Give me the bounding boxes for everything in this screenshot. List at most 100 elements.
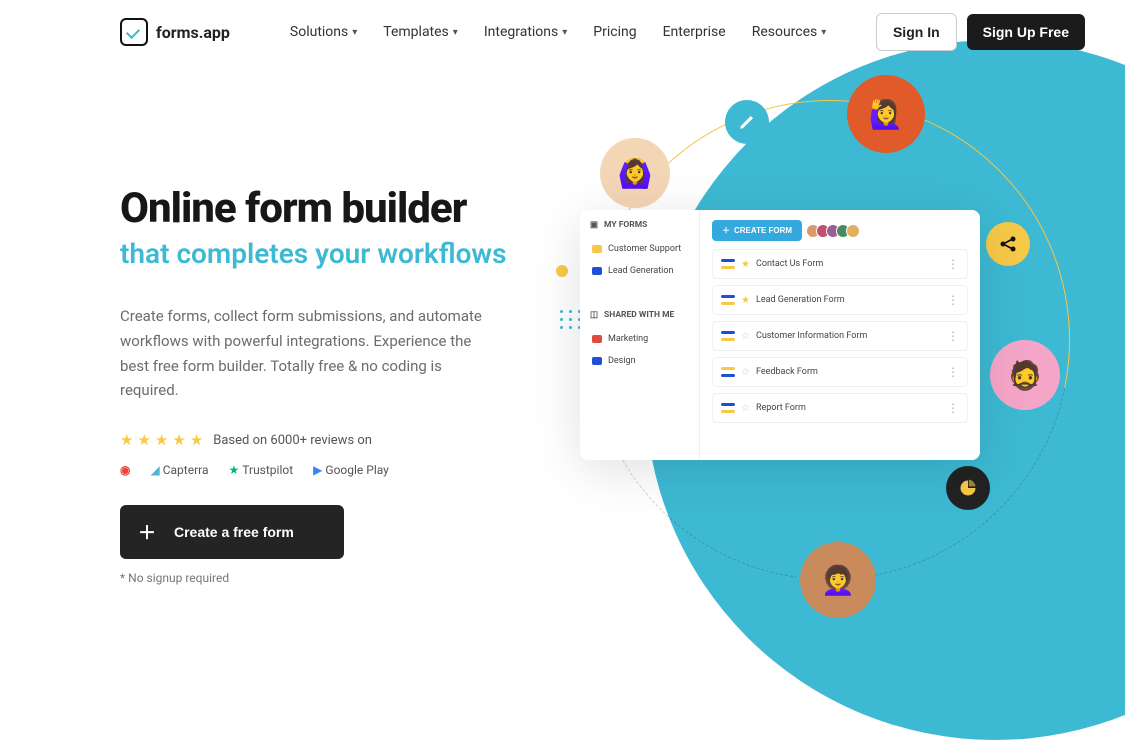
kebab-menu-icon[interactable]: ⋮ xyxy=(947,365,959,379)
hero-illustration: 🙆‍♀️ 🙋‍♀️ 🧔 👩‍🦱 ▣ MY FORMS Customer Supp… xyxy=(560,80,1120,600)
kebab-menu-icon[interactable]: ⋮ xyxy=(947,329,959,343)
sidebar-folder-label: Lead Generation xyxy=(608,266,673,276)
trustpilot-label: Trustpilot xyxy=(242,463,293,477)
mini-avatar-icon xyxy=(846,224,860,238)
sidebar-folder-customer-support[interactable]: Customer Support xyxy=(580,238,699,260)
nav-integrations-label: Integrations xyxy=(484,24,558,40)
sidebar-header-myforms[interactable]: ▣ MY FORMS xyxy=(580,210,699,238)
folder-icon xyxy=(592,245,602,253)
star-icon[interactable]: ★ xyxy=(741,295,750,306)
form-list-row[interactable]: ★ Lead Generation Form ⋮ xyxy=(712,285,968,315)
form-name: Customer Information Form xyxy=(756,331,867,341)
sidebar-folder-label: Design xyxy=(608,356,636,366)
cta-footnote: * No signup required xyxy=(120,571,520,585)
pencil-icon xyxy=(725,100,769,144)
form-name: Report Form xyxy=(756,403,806,413)
form-list-row[interactable]: ☆ Feedback Form ⋮ xyxy=(712,357,968,387)
form-list-row[interactable]: ☆ Customer Information Form ⋮ xyxy=(712,321,968,351)
plus-icon: ＋ xyxy=(138,519,156,545)
form-name: Contact Us Form xyxy=(756,259,823,269)
brand-name: forms.app xyxy=(156,23,230,42)
nav-templates-label: Templates xyxy=(383,24,449,40)
create-free-form-button[interactable]: ＋ Create a free form xyxy=(120,505,344,559)
avatar-photo-2: 🙋‍♀️ xyxy=(847,75,925,153)
sidebar-folder-marketing[interactable]: Marketing xyxy=(580,328,699,350)
googleplay-logo[interactable]: ▶Google Play xyxy=(313,463,389,477)
chevron-down-icon: ▾ xyxy=(562,27,567,38)
folder-icon xyxy=(592,335,602,343)
create-form-label: CREATE FORM xyxy=(734,226,792,235)
nav-templates[interactable]: Templates ▾ xyxy=(383,24,458,40)
capterra-logo[interactable]: ◢Capterra xyxy=(150,463,208,477)
app-preview-card: ▣ MY FORMS Customer Support Lead Generat… xyxy=(580,210,980,460)
g2-logo[interactable]: ◉ xyxy=(120,463,130,477)
pie-chart-icon xyxy=(946,466,990,510)
chevron-down-icon: ▾ xyxy=(821,27,826,38)
signup-button[interactable]: Sign Up Free xyxy=(967,14,1085,50)
form-name: Lead Generation Form xyxy=(756,295,845,305)
kebab-menu-icon[interactable]: ⋮ xyxy=(947,257,959,271)
form-name: Feedback Form xyxy=(756,367,818,377)
folder-outline-icon: ▣ xyxy=(590,220,598,230)
nav-enterprise-label: Enterprise xyxy=(663,24,726,40)
collaborator-avatars[interactable] xyxy=(810,224,860,238)
nav-resources-label: Resources xyxy=(752,24,818,40)
nav-solutions-label: Solutions xyxy=(290,24,348,40)
review-platforms: ◉ ◢Capterra ★Trustpilot ▶Google Play xyxy=(120,463,520,477)
star-icon: ★ xyxy=(190,431,203,449)
hero-subtitle: that completes your workflows xyxy=(120,237,520,270)
googleplay-label: Google Play xyxy=(325,463,388,477)
nav-resources[interactable]: Resources ▾ xyxy=(752,24,827,40)
hero-title: Online form builder xyxy=(120,184,520,233)
blue-dot-icon xyxy=(710,513,722,525)
star-icon[interactable]: ☆ xyxy=(741,403,750,414)
create-form-button[interactable]: ＋ CREATE FORM xyxy=(712,220,802,241)
star-icon: ★ xyxy=(172,431,185,449)
yellow-dot-icon xyxy=(556,265,568,277)
sidebar-folder-label: Customer Support xyxy=(608,244,681,254)
chevron-down-icon: ▾ xyxy=(352,27,357,38)
app-toolbar: ＋ CREATE FORM xyxy=(712,220,968,241)
star-icon: ★ xyxy=(137,431,150,449)
star-icon[interactable]: ★ xyxy=(741,259,750,270)
folder-icon xyxy=(592,267,602,275)
sidebar-folder-lead-generation[interactable]: Lead Generation xyxy=(580,260,699,282)
star-icon: ★ xyxy=(155,431,168,449)
nav-enterprise[interactable]: Enterprise xyxy=(663,24,726,40)
kebab-menu-icon[interactable]: ⋮ xyxy=(947,401,959,415)
site-header: forms.app Solutions ▾ Templates ▾ Integr… xyxy=(0,0,1125,64)
nav-integrations[interactable]: Integrations ▾ xyxy=(484,24,567,40)
sidebar-myforms-label: MY FORMS xyxy=(604,220,647,230)
app-main: ＋ CREATE FORM ★ Contact Us Form ⋮ xyxy=(700,210,980,460)
logo-mark-icon xyxy=(120,18,148,46)
review-stars: ★ ★ ★ ★ ★ Based on 6000+ reviews on xyxy=(120,431,520,449)
star-icon[interactable]: ☆ xyxy=(741,367,750,378)
plus-icon: ＋ xyxy=(722,225,730,236)
nav-solutions[interactable]: Solutions ▾ xyxy=(290,24,357,40)
primary-nav: Solutions ▾ Templates ▾ Integrations ▾ P… xyxy=(290,24,826,40)
sidebar-folder-label: Marketing xyxy=(608,334,648,344)
sidebar-shared-label: SHARED WITH ME xyxy=(604,310,674,320)
trustpilot-logo[interactable]: ★Trustpilot xyxy=(229,463,294,477)
folder-icon xyxy=(592,357,602,365)
chevron-down-icon: ▾ xyxy=(453,27,458,38)
brand-logo[interactable]: forms.app xyxy=(120,18,230,46)
signin-button[interactable]: Sign In xyxy=(876,13,957,51)
kebab-menu-icon[interactable]: ⋮ xyxy=(947,293,959,307)
star-icon[interactable]: ☆ xyxy=(741,331,750,342)
app-sidebar: ▣ MY FORMS Customer Support Lead Generat… xyxy=(580,210,700,460)
avatar-photo-1: 🙆‍♀️ xyxy=(600,138,670,208)
hero-section: Online form builder that completes your … xyxy=(0,64,520,585)
share-outline-icon: ◫ xyxy=(590,310,598,320)
nav-pricing[interactable]: Pricing xyxy=(593,24,636,40)
reviews-text: Based on 6000+ reviews on xyxy=(213,433,372,448)
form-list-row[interactable]: ★ Contact Us Form ⋮ xyxy=(712,249,968,279)
avatar-photo-3: 🧔 xyxy=(990,340,1060,410)
capterra-label: Capterra xyxy=(163,463,209,477)
sidebar-header-shared[interactable]: ◫ SHARED WITH ME xyxy=(580,300,699,328)
share-icon xyxy=(986,222,1030,266)
nav-pricing-label: Pricing xyxy=(593,24,636,40)
star-icon: ★ xyxy=(120,431,133,449)
form-list-row[interactable]: ☆ Report Form ⋮ xyxy=(712,393,968,423)
sidebar-folder-design[interactable]: Design xyxy=(580,350,699,372)
